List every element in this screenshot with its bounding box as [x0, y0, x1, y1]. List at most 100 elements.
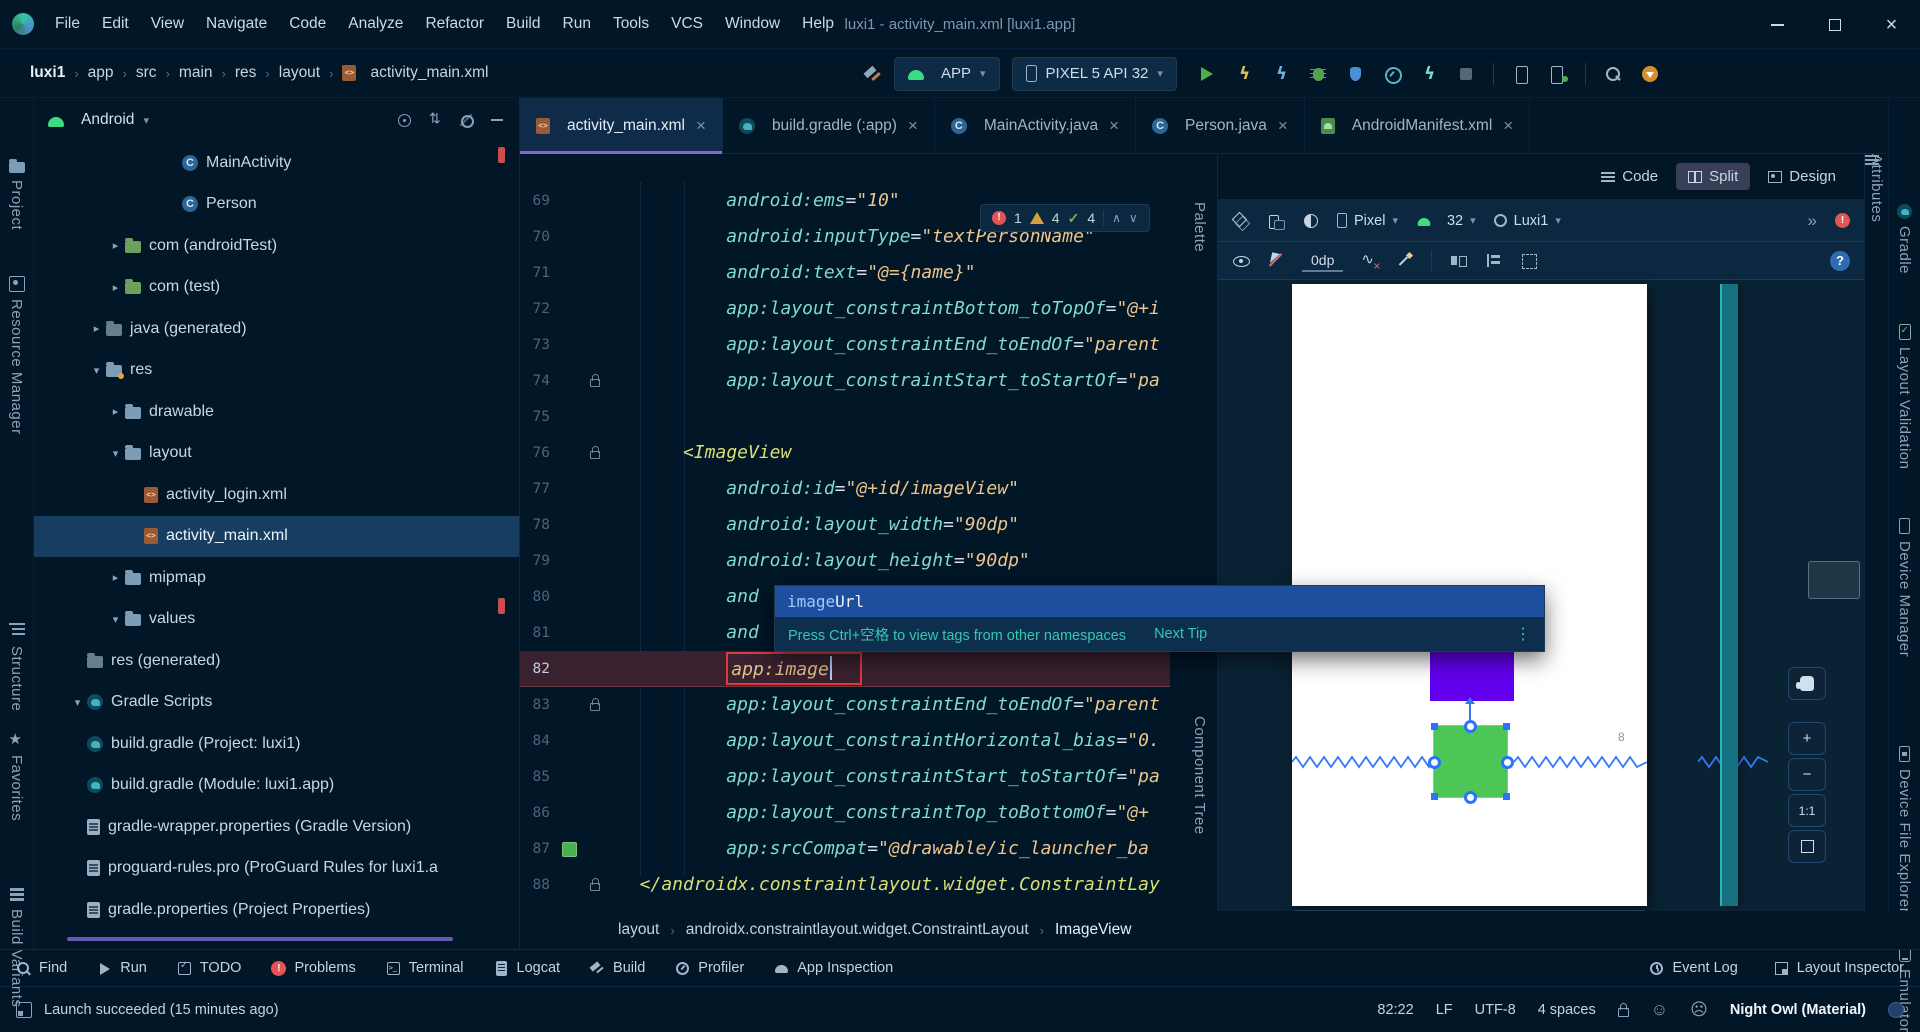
- tool-stripe-gradle[interactable]: Gradle: [1889, 204, 1920, 274]
- fold-marker-icon[interactable]: [590, 698, 600, 711]
- locate-file-icon[interactable]: [396, 112, 412, 128]
- debug-icon[interactable]: [1308, 64, 1328, 84]
- code-editor[interactable]: 69 android:ems="10" 70 android:inputType="t…: [520, 183, 1170, 903]
- menu-code[interactable]: Code: [278, 15, 337, 33]
- menu-refactor[interactable]: Refactor: [414, 15, 495, 33]
- menu-file[interactable]: File: [44, 15, 91, 33]
- project-item[interactable]: ▾ res: [34, 350, 519, 392]
- view-mode-code[interactable]: Code: [1589, 163, 1670, 190]
- editor-breadcrumb-item[interactable]: androidx.constraintlayout.widget.Constra…: [686, 921, 1029, 939]
- caret-position[interactable]: 82:22: [1377, 1002, 1413, 1018]
- toolwindow-problems[interactable]: Problems: [271, 960, 356, 976]
- api-level-selector[interactable]: 32 ▾: [1416, 213, 1476, 229]
- project-item[interactable]: build.gradle (Project: luxi1): [34, 723, 519, 765]
- gear-icon[interactable]: [458, 112, 474, 128]
- menu-window[interactable]: Window: [714, 15, 791, 33]
- tool-stripe-structure[interactable]: Structure: [0, 620, 33, 711]
- code-text[interactable]: app:layout_constraintTop_toBottomOf="@+: [608, 795, 1170, 831]
- breadcrumb-item[interactable]: activity_main.xml: [342, 64, 488, 82]
- build-hammer-icon[interactable]: [862, 64, 882, 84]
- more-options-icon[interactable]: ⋮: [1515, 624, 1531, 644]
- breadcrumb-item[interactable]: app: [88, 64, 114, 82]
- tool-stripe-layout-validation[interactable]: Layout Validation: [1889, 324, 1920, 469]
- theme-name[interactable]: Night Owl (Material): [1730, 1002, 1866, 1018]
- code-text[interactable]: app:layout_constraintStart_toStartOf="pa: [608, 363, 1170, 399]
- align-icon[interactable]: [1485, 252, 1502, 269]
- toolwindow-toggle-icon[interactable]: [16, 1001, 32, 1018]
- attributes-tab[interactable]: Attributes: [1868, 154, 1885, 222]
- view-mode-split[interactable]: Split: [1676, 163, 1751, 190]
- breadcrumb-item[interactable]: res: [235, 64, 257, 82]
- code-text[interactable]: app:layout_constraintEnd_toEndOf="parent: [608, 327, 1170, 363]
- file-encoding[interactable]: UTF-8: [1475, 1002, 1516, 1018]
- tree-chevron-icon[interactable]: ▾: [106, 447, 125, 460]
- code-text[interactable]: app:image: [608, 651, 1170, 687]
- palette-tab[interactable]: Palette: [1191, 202, 1208, 252]
- toolwindow-event-log[interactable]: Event Log: [1649, 960, 1738, 976]
- tool-stripe-resource-manager[interactable]: Resource Manager: [0, 276, 33, 435]
- completion-item[interactable]: image Url: [775, 586, 1544, 617]
- breadcrumb-item[interactable]: layout: [279, 64, 320, 82]
- sad-face-icon[interactable]: ☹: [1690, 1000, 1708, 1020]
- night-mode-icon[interactable]: [1302, 212, 1319, 229]
- design-surface-icon[interactable]: [1232, 212, 1249, 229]
- guidelines-icon[interactable]: [1520, 252, 1538, 269]
- minimize-button[interactable]: [1749, 0, 1806, 49]
- issues-badge[interactable]: [1835, 213, 1850, 228]
- pan-button[interactable]: [1788, 667, 1826, 700]
- attach-debugger-icon[interactable]: [1419, 64, 1439, 84]
- theme-selector[interactable]: Luxi1 ▾: [1493, 213, 1561, 229]
- tree-chevron-icon[interactable]: ▸: [106, 281, 125, 294]
- project-scrollbar[interactable]: [67, 937, 453, 941]
- selection-handle[interactable]: [1503, 793, 1510, 800]
- constraint-anchor-bottom[interactable]: [1463, 790, 1477, 804]
- apply-changes-icon[interactable]: [1234, 64, 1254, 84]
- tree-chevron-icon[interactable]: ▸: [87, 322, 106, 335]
- infer-constraints-icon[interactable]: [1396, 252, 1413, 269]
- tree-chevron-icon[interactable]: ▸: [106, 571, 125, 584]
- next-tip-link[interactable]: Next Tip: [1154, 626, 1207, 642]
- code-text[interactable]: android:layout_width="90dp": [608, 507, 1170, 543]
- happy-face-icon[interactable]: ☺: [1651, 1000, 1668, 1020]
- clear-constraints-icon[interactable]: [1361, 250, 1380, 273]
- menu-run[interactable]: Run: [552, 15, 602, 33]
- stop-icon[interactable]: [1456, 64, 1476, 84]
- fold-marker-icon[interactable]: [590, 446, 600, 459]
- line-separator[interactable]: LF: [1436, 1002, 1453, 1018]
- tree-chevron-icon[interactable]: ▸: [106, 239, 125, 252]
- menu-edit[interactable]: Edit: [91, 15, 140, 33]
- zoom-reset-button[interactable]: 1:1: [1788, 794, 1826, 827]
- menu-build[interactable]: Build: [495, 15, 551, 33]
- selected-imageview[interactable]: [1433, 725, 1508, 798]
- breadcrumb-item[interactable]: main: [179, 64, 213, 82]
- collapse-all-icon[interactable]: [427, 110, 443, 128]
- tree-chevron-icon[interactable]: ▾: [87, 364, 106, 377]
- maximize-button[interactable]: [1806, 0, 1863, 49]
- color-swatch-icon[interactable]: [561, 841, 577, 857]
- toolwindow-find[interactable]: Find: [16, 960, 67, 976]
- toolwindow-terminal[interactable]: Terminal: [386, 960, 464, 976]
- menu-view[interactable]: View: [140, 15, 195, 33]
- editor-tab[interactable]: AndroidManifest.xml ×: [1305, 98, 1531, 153]
- selection-handle[interactable]: [1503, 723, 1510, 730]
- editor-tab[interactable]: build.gradle (:app) ×: [723, 98, 935, 153]
- tool-stripe-favorites[interactable]: Favorites: [0, 730, 33, 821]
- toolwindow-layout-inspector[interactable]: Layout Inspector: [1774, 960, 1904, 976]
- close-tab-icon[interactable]: ×: [908, 116, 918, 136]
- pair-devices-icon[interactable]: [1548, 64, 1568, 84]
- close-tab-icon[interactable]: ×: [1278, 116, 1288, 136]
- tool-stripe-device-manager[interactable]: Device Manager: [1889, 518, 1920, 657]
- purple-view[interactable]: [1430, 652, 1514, 701]
- constraint-anchor-right[interactable]: [1500, 755, 1514, 769]
- code-text[interactable]: <ImageView: [608, 435, 1170, 471]
- code-text[interactable]: app:srcCompat="@drawable/ic_launcher_ba: [608, 831, 1170, 867]
- editor-breadcrumb-item[interactable]: ImageView: [1055, 921, 1131, 939]
- previous-issue-icon[interactable]: ∧: [1112, 211, 1121, 225]
- profile-low-overhead-icon[interactable]: [1345, 64, 1365, 84]
- hide-panel-icon[interactable]: [489, 112, 505, 128]
- device-manager-icon[interactable]: [1511, 64, 1531, 84]
- project-item[interactable]: gradle-wrapper.properties (Gradle Versio…: [34, 806, 519, 848]
- toolwindow-logcat[interactable]: Logcat: [494, 960, 560, 976]
- toolwindow-todo[interactable]: TODO: [177, 960, 241, 976]
- ide-updates-icon[interactable]: [1640, 64, 1660, 84]
